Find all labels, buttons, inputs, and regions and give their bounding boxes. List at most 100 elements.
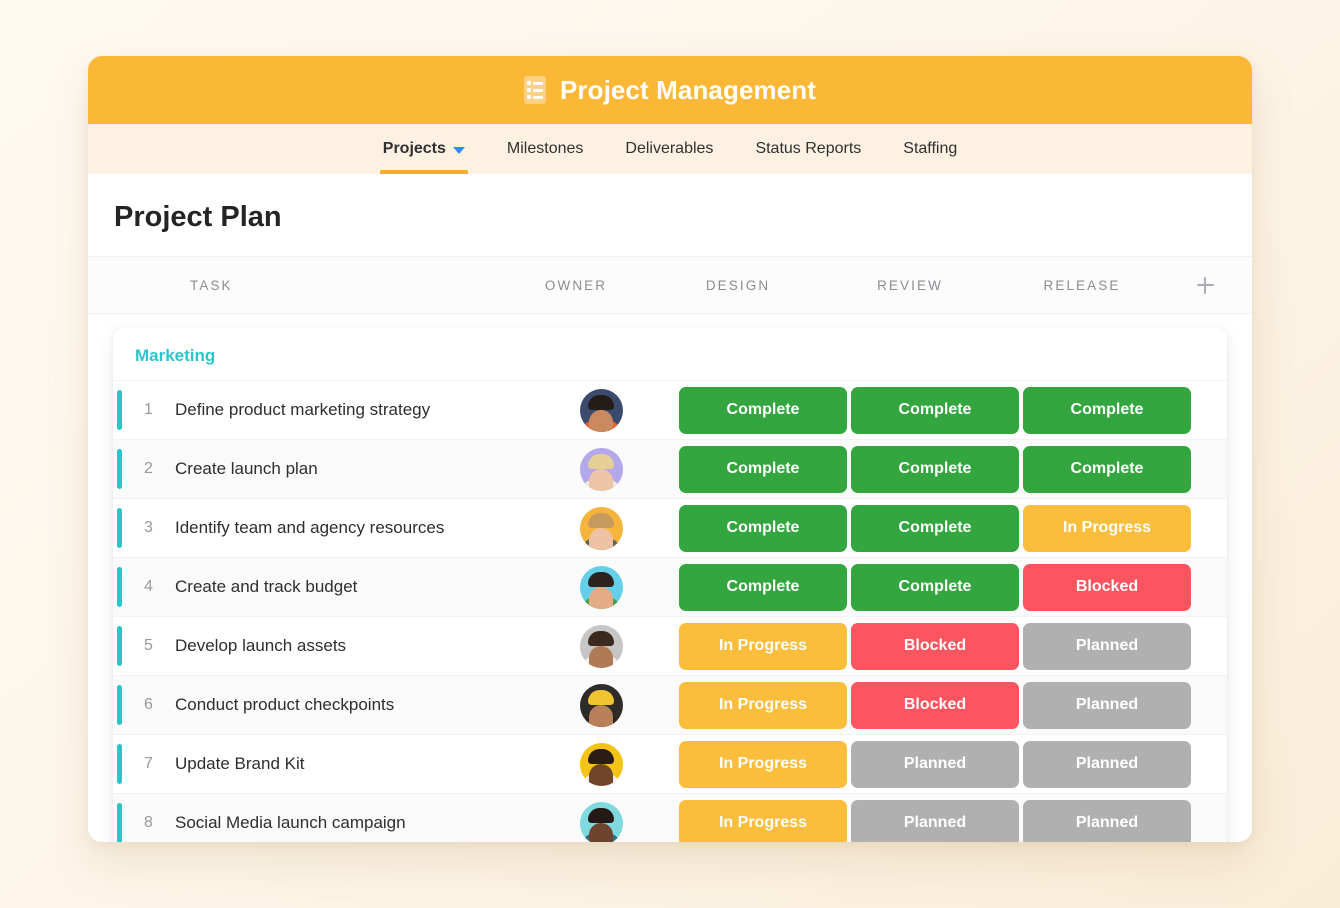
nav-item-milestones[interactable]: Milestones bbox=[486, 124, 604, 174]
table-row[interactable]: 6 Conduct product checkpoints In Progress B… bbox=[113, 675, 1227, 734]
table-row[interactable]: 3 Identify team and agency resources Compl… bbox=[113, 498, 1227, 557]
row-owner-cell[interactable] bbox=[525, 506, 677, 550]
row-release-cell[interactable]: Complete bbox=[1021, 445, 1193, 493]
row-owner-cell[interactable] bbox=[525, 742, 677, 786]
table-row[interactable]: 7 Update Brand Kit In Progress Planned Plann… bbox=[113, 734, 1227, 793]
table-row[interactable]: 2 Create launch plan Complete Complete Compl… bbox=[113, 439, 1227, 498]
plus-icon[interactable] bbox=[1196, 276, 1214, 294]
row-design-cell[interactable]: In Progress bbox=[677, 799, 849, 842]
table-row[interactable]: 5 Develop launch assets In Progress Blocked… bbox=[113, 616, 1227, 675]
avatar[interactable] bbox=[579, 565, 623, 609]
status-badge[interactable]: Planned bbox=[851, 740, 1019, 788]
status-badge[interactable]: Planned bbox=[1023, 740, 1191, 788]
status-badge[interactable]: Complete bbox=[851, 445, 1019, 493]
avatar-face bbox=[589, 586, 613, 609]
status-badge[interactable]: In Progress bbox=[679, 681, 847, 729]
row-task-name: Create launch plan bbox=[175, 459, 318, 478]
status-badge[interactable]: In Progress bbox=[1023, 504, 1191, 552]
avatar[interactable] bbox=[579, 801, 623, 842]
nav-item-staffing[interactable]: Staffing bbox=[882, 124, 978, 174]
avatar-face bbox=[589, 822, 613, 842]
page-title: Project Plan bbox=[114, 201, 282, 233]
row-accent-bar bbox=[117, 685, 122, 725]
row-release-cell[interactable]: Planned bbox=[1021, 622, 1193, 670]
row-review-cell[interactable]: Planned bbox=[849, 799, 1021, 842]
row-review-cell[interactable]: Planned bbox=[849, 740, 1021, 788]
row-task-name: Social Media launch campaign bbox=[175, 813, 406, 832]
nav-item-projects[interactable]: Projects bbox=[362, 124, 486, 174]
row-design-cell[interactable]: In Progress bbox=[677, 622, 849, 670]
avatar[interactable] bbox=[579, 388, 623, 432]
row-review-cell[interactable]: Complete bbox=[849, 504, 1021, 552]
checklist-icon bbox=[523, 76, 546, 104]
row-owner-cell[interactable] bbox=[525, 801, 677, 842]
avatar[interactable] bbox=[579, 624, 623, 668]
row-owner-cell[interactable] bbox=[525, 565, 677, 609]
row-design-cell[interactable]: Complete bbox=[677, 504, 849, 552]
status-badge[interactable]: Planned bbox=[1023, 799, 1191, 842]
add-column-button[interactable] bbox=[1168, 276, 1252, 294]
chevron-down-icon[interactable] bbox=[452, 146, 465, 154]
status-badge[interactable]: Complete bbox=[679, 386, 847, 434]
row-release-cell[interactable]: In Progress bbox=[1021, 504, 1193, 552]
app-window: Project Management Projects Milestones D… bbox=[88, 56, 1252, 842]
row-design-cell[interactable]: In Progress bbox=[677, 740, 849, 788]
row-accent-bar bbox=[117, 449, 122, 489]
avatar[interactable] bbox=[579, 447, 623, 491]
status-badge[interactable]: In Progress bbox=[679, 740, 847, 788]
status-badge[interactable]: Complete bbox=[679, 504, 847, 552]
status-badge[interactable]: Complete bbox=[851, 386, 1019, 434]
row-release-cell[interactable]: Planned bbox=[1021, 799, 1193, 842]
row-review-cell[interactable]: Complete bbox=[849, 445, 1021, 493]
status-badge[interactable]: Complete bbox=[851, 504, 1019, 552]
status-badge[interactable]: Complete bbox=[851, 563, 1019, 611]
column-header-task: TASK bbox=[190, 277, 233, 293]
column-header-design: DESIGN bbox=[705, 277, 771, 293]
status-badge[interactable]: Blocked bbox=[851, 622, 1019, 670]
status-badge[interactable]: Planned bbox=[1023, 622, 1191, 670]
status-badge[interactable]: In Progress bbox=[679, 799, 847, 842]
row-design-cell[interactable]: Complete bbox=[677, 386, 849, 434]
row-design-cell[interactable]: Complete bbox=[677, 445, 849, 493]
row-release-cell[interactable]: Blocked bbox=[1021, 563, 1193, 611]
nav-item-label: Deliverables bbox=[625, 140, 714, 157]
status-badge[interactable]: Complete bbox=[1023, 386, 1191, 434]
row-number: 4 bbox=[144, 578, 153, 595]
status-badge[interactable]: Planned bbox=[1023, 681, 1191, 729]
row-review-cell[interactable]: Blocked bbox=[849, 622, 1021, 670]
row-design-cell[interactable]: In Progress bbox=[677, 681, 849, 729]
status-badge[interactable]: Blocked bbox=[1023, 563, 1191, 611]
table-row[interactable]: 4 Create and track budget Complete Complete… bbox=[113, 557, 1227, 616]
status-badge[interactable]: Planned bbox=[851, 799, 1019, 842]
row-owner-cell[interactable] bbox=[525, 683, 677, 727]
status-badge[interactable]: In Progress bbox=[679, 622, 847, 670]
row-review-cell[interactable]: Complete bbox=[849, 563, 1021, 611]
avatar[interactable] bbox=[579, 683, 623, 727]
row-release-cell[interactable]: Planned bbox=[1021, 681, 1193, 729]
row-owner-cell[interactable] bbox=[525, 388, 677, 432]
row-design-cell[interactable]: Complete bbox=[677, 563, 849, 611]
row-owner-cell[interactable] bbox=[525, 447, 677, 491]
avatar-face bbox=[589, 468, 613, 491]
table-row[interactable]: 1 Define product marketing strategy Comple… bbox=[113, 380, 1227, 439]
nav-item-label: Milestones bbox=[506, 140, 584, 157]
main-nav: Projects Milestones Deliverables Status … bbox=[88, 124, 1252, 174]
nav-item-deliverables[interactable]: Deliverables bbox=[604, 124, 734, 174]
task-table-card: Marketing 1 Define product marketing stra… bbox=[113, 328, 1227, 842]
status-badge[interactable]: Complete bbox=[679, 563, 847, 611]
status-badge[interactable]: Complete bbox=[679, 445, 847, 493]
avatar[interactable] bbox=[579, 506, 623, 550]
row-review-cell[interactable]: Complete bbox=[849, 386, 1021, 434]
row-release-cell[interactable]: Planned bbox=[1021, 740, 1193, 788]
row-task-name: Define product marketing strategy bbox=[175, 400, 431, 419]
row-release-cell[interactable]: Complete bbox=[1021, 386, 1193, 434]
status-badge[interactable]: Complete bbox=[1023, 445, 1191, 493]
nav-item-status-reports[interactable]: Status Reports bbox=[734, 124, 882, 174]
avatar[interactable] bbox=[579, 742, 623, 786]
status-badge[interactable]: Blocked bbox=[851, 681, 1019, 729]
row-review-cell[interactable]: Blocked bbox=[849, 681, 1021, 729]
avatar-face bbox=[589, 645, 613, 668]
row-owner-cell[interactable] bbox=[525, 624, 677, 668]
row-number: 8 bbox=[144, 814, 153, 831]
table-row[interactable]: 8 Social Media launch campaign In Progress… bbox=[113, 793, 1227, 842]
